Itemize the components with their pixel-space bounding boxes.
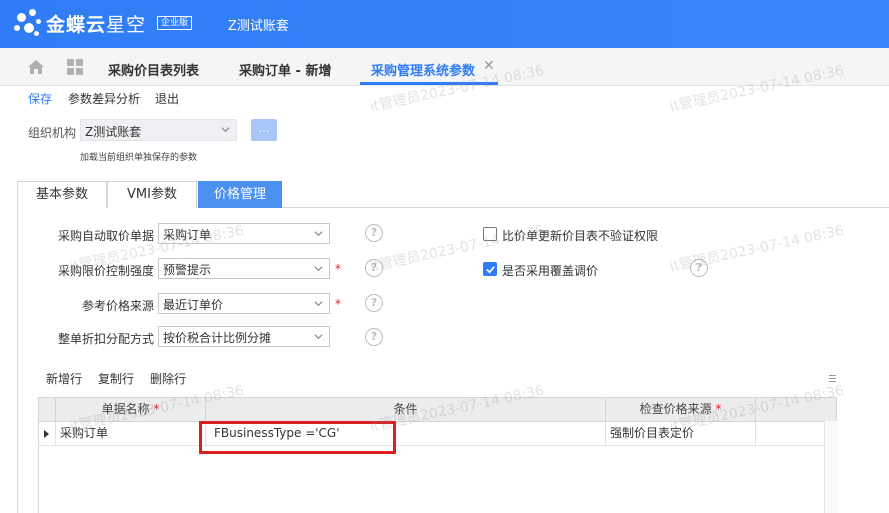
condition-highlight-box [199, 421, 396, 454]
required-mark: * [335, 297, 341, 311]
org-select[interactable]: Z测试账套 [80, 119, 237, 141]
col-header-bill-name[interactable]: 单据名称 * [56, 398, 206, 422]
tab-purchase-params[interactable]: 采购管理系统参数 [371, 60, 475, 79]
close-tab-icon[interactable]: ✕ [483, 58, 495, 74]
grid-scrollbar[interactable] [824, 421, 837, 513]
price-limit-value: 预警提示 [163, 263, 212, 277]
apps-grid-icon[interactable] [67, 59, 83, 75]
main-toolbar: 保存 参数差异分析 退出 [0, 86, 889, 110]
price-source-grid: 单据名称 * 条件 检查价格来源 * 采购订单 FBusinessType ='… [38, 397, 837, 513]
ref-price-source-select[interactable]: 最近订单价 [158, 293, 330, 314]
tab-bar: 采购价目表列表 采购订单 - 新增 采购管理系统参数 ✕ [0, 48, 889, 86]
org-select-value: Z测试账套 [85, 125, 142, 139]
discount-alloc-value: 按价税合计比例分摊 [163, 331, 272, 345]
no-verify-label: 比价单更新价目表不验证权限 [502, 229, 659, 243]
top-bar: 金蝶云星空 企业版 Z测试账套 [0, 0, 889, 48]
chevron-down-icon [314, 297, 323, 307]
row-indicator-header [39, 398, 56, 422]
chevron-down-icon [314, 330, 323, 340]
org-label: 组织机构 [28, 126, 77, 140]
org-lookup-button[interactable]: ... [251, 119, 277, 141]
required-mark: * [153, 402, 160, 416]
help-icon[interactable]: ? [365, 224, 383, 242]
ref-price-source-label: 参考价格来源 [81, 299, 154, 313]
auto-price-bill-select[interactable]: 采购订单 [158, 223, 330, 244]
chevron-down-icon [221, 123, 230, 133]
brand-name: 金蝶云星空 [46, 10, 146, 37]
col-header-condition[interactable]: 条件 [206, 398, 606, 422]
save-button[interactable]: 保存 [28, 90, 52, 107]
grid-toolbar: 新增行 复制行 删除行 [38, 364, 837, 390]
required-mark: * [715, 402, 722, 416]
discount-alloc-select[interactable]: 按价税合计比例分摊 [158, 326, 330, 347]
auto-price-bill-value: 采购订单 [163, 228, 212, 242]
exit-button[interactable]: 退出 [155, 90, 179, 107]
tab-price-management[interactable]: 价格管理 [198, 181, 282, 208]
account-title: Z测试账套 [228, 19, 289, 34]
tab-vmi-params[interactable]: VMI参数 [107, 181, 197, 208]
home-icon[interactable] [27, 59, 45, 75]
price-limit-label: 采购限价控制强度 [57, 264, 154, 278]
help-icon[interactable]: ? [365, 259, 383, 277]
price-limit-select[interactable]: 预警提示 [158, 258, 330, 279]
active-tab-indicator [360, 82, 498, 85]
copy-row-button[interactable]: 复制行 [98, 370, 134, 387]
param-diff-button[interactable]: 参数差异分析 [68, 90, 140, 107]
tab-price-list[interactable]: 采购价目表列表 [108, 60, 199, 79]
col-header-bill-name-label: 单据名称 [101, 402, 150, 416]
auto-price-bill-label: 采购自动取价单据 [57, 229, 154, 243]
brand-main: 金蝶云 [46, 14, 107, 36]
add-row-button[interactable]: 新增行 [46, 370, 82, 387]
no-verify-checkbox[interactable] [483, 227, 497, 241]
org-hint: 加载当前组织单独保存的参数 [80, 153, 198, 163]
cell-bill-name[interactable]: 采购订单 [56, 422, 206, 446]
overwrite-price-checkbox[interactable] [483, 262, 497, 276]
chevron-down-icon [314, 227, 323, 237]
col-header-price-source-label: 检查价格来源 [639, 402, 712, 416]
edition-badge: 企业版 [157, 16, 193, 30]
help-icon[interactable]: ? [365, 328, 383, 346]
required-mark: * [335, 262, 341, 276]
tab-basic-params[interactable]: 基本参数 [17, 181, 107, 208]
cell-price-source[interactable]: 强制价目表定价 [606, 422, 756, 446]
grid-menu-icon[interactable] [829, 375, 836, 385]
help-icon[interactable]: ? [365, 294, 383, 312]
row-pointer-icon [44, 430, 49, 438]
help-icon[interactable]: ? [690, 259, 708, 277]
grid-header: 单据名称 * 条件 检查价格来源 * [39, 398, 836, 422]
brand-suffix: 星空 [106, 14, 147, 36]
row-indicator [39, 422, 56, 446]
kingdee-logo-icon [14, 9, 44, 39]
chevron-down-icon [314, 262, 323, 272]
col-header-price-source[interactable]: 检查价格来源 * [606, 398, 756, 422]
ref-price-source-value: 最近订单价 [163, 298, 224, 312]
table-row[interactable]: 采购订单 FBusinessType ='CG' 强制价目表定价 [39, 422, 836, 446]
discount-alloc-label: 整单折扣分配方式 [57, 332, 154, 346]
checkmark-icon [486, 266, 495, 274]
tab-purchase-order-new[interactable]: 采购订单 - 新增 [239, 60, 331, 79]
overwrite-price-label: 是否采用覆盖调价 [502, 264, 599, 278]
delete-row-button[interactable]: 删除行 [150, 370, 186, 387]
param-tabs: 基本参数 VMI参数 价格管理 [17, 181, 889, 208]
